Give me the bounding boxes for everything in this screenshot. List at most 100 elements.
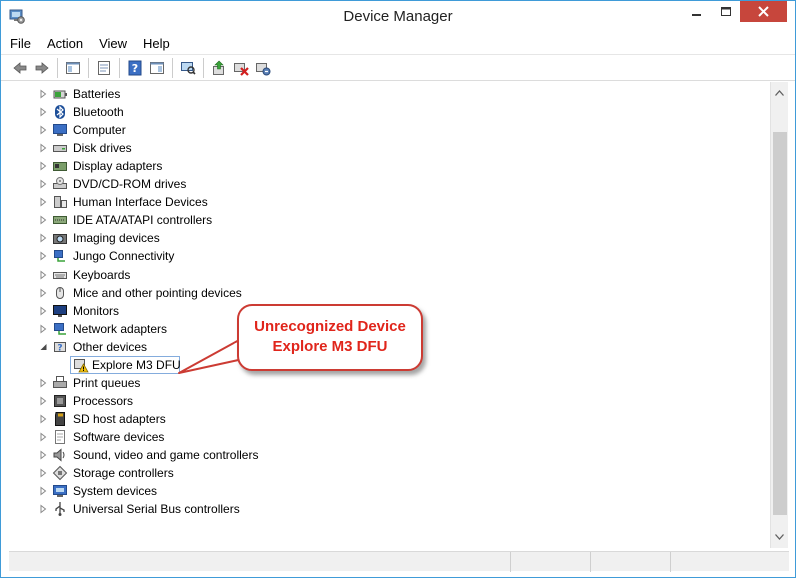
collapsed-arrow-icon[interactable] [39, 432, 48, 442]
collapsed-arrow-icon[interactable] [39, 197, 48, 207]
chevron-up-icon [775, 90, 784, 96]
tree-category-sd-host-adapters[interactable]: SD host adapters [9, 410, 749, 428]
collapsed-arrow-icon[interactable] [39, 486, 48, 496]
sd-card-icon [55, 411, 65, 426]
collapsed-arrow-icon[interactable] [39, 179, 48, 189]
update-driver-button[interactable] [208, 57, 230, 79]
processor-icon [54, 394, 66, 407]
collapsed-arrow-icon[interactable] [39, 414, 48, 424]
scroll-down-button[interactable] [771, 526, 788, 548]
scan-hardware-changes-button[interactable] [177, 57, 199, 79]
collapsed-arrow-icon[interactable] [39, 161, 48, 171]
network-icon [54, 250, 65, 263]
tree-category-dvd-cd-rom-drives[interactable]: DVD/CD-ROM drives [9, 175, 749, 193]
collapsed-arrow-icon[interactable] [39, 288, 48, 298]
tree-category-bluetooth[interactable]: Bluetooth [9, 103, 749, 121]
help-button[interactable]: ? [124, 57, 146, 79]
help-icon: ? [128, 60, 142, 75]
maximize-icon [720, 6, 731, 16]
callout-line-1: Unrecognized Device [254, 318, 406, 335]
action-pane-button[interactable] [146, 57, 168, 79]
collapsed-arrow-icon[interactable] [39, 143, 48, 153]
device-manager-window: Device Manager File Action View Help ? B… [0, 0, 796, 578]
monitor-icon [53, 304, 67, 317]
show-hide-console-tree-button[interactable] [62, 57, 84, 79]
uninstall-device-icon [234, 62, 249, 76]
back-button[interactable] [9, 57, 31, 79]
scroll-up-button[interactable] [771, 82, 788, 104]
disk-drive-icon [53, 145, 67, 153]
tree-category-processors[interactable]: Processors [9, 392, 749, 410]
display-adapter-icon [53, 162, 67, 172]
menu-view[interactable]: View [99, 36, 127, 51]
collapsed-arrow-icon[interactable] [39, 107, 48, 117]
uninstall-device-button[interactable] [230, 57, 252, 79]
tree-category-disk-drives[interactable]: Disk drives [9, 139, 749, 157]
forward-arrow-icon [35, 61, 49, 74]
scrollbar-thumb[interactable] [773, 132, 787, 515]
tree-category-system-devices[interactable]: System devices [9, 482, 749, 500]
tree-category-keyboards[interactable]: Keyboards [9, 266, 749, 284]
hid-icon [54, 196, 67, 209]
expanded-arrow-icon[interactable] [39, 342, 48, 352]
tree-item-label: Explore M3 DFU [92, 357, 181, 372]
menu-help[interactable]: Help [143, 36, 170, 51]
tree-category-mice-and-other-pointing-devices[interactable]: Mice and other pointing devices [9, 284, 749, 302]
tree-item-label: IDE ATA/ATAPI controllers [73, 213, 213, 228]
minimize-button[interactable] [682, 1, 711, 22]
collapsed-arrow-icon[interactable] [39, 468, 48, 478]
minimize-icon [691, 13, 701, 16]
properties-button[interactable] [93, 57, 115, 79]
enable-device-button[interactable] [252, 57, 274, 79]
collapsed-arrow-icon[interactable] [39, 450, 48, 460]
forward-button[interactable] [31, 57, 53, 79]
tree-category-software-devices[interactable]: Software devices [9, 428, 749, 446]
tree-category-jungo-connectivity[interactable]: Jungo Connectivity [9, 247, 749, 265]
mouse-icon [56, 286, 64, 299]
collapsed-arrow-icon[interactable] [39, 378, 48, 388]
battery-icon [53, 90, 67, 99]
collapsed-arrow-icon[interactable] [39, 251, 48, 261]
tree-item-label: Bluetooth [73, 105, 124, 120]
keyboard-icon [53, 271, 67, 279]
vertical-scrollbar[interactable] [770, 82, 788, 548]
tree-category-display-adapters[interactable]: Display adapters [9, 157, 749, 175]
ide-controller-icon [53, 216, 67, 225]
tree-item-label: Universal Serial Bus controllers [73, 502, 240, 517]
collapsed-arrow-icon[interactable] [39, 215, 48, 225]
tree-category-imaging-devices[interactable]: Imaging devices [9, 229, 749, 247]
collapsed-arrow-icon[interactable] [39, 125, 48, 135]
menu-file[interactable]: File [10, 36, 31, 51]
tree-category-human-interface-devices[interactable]: Human Interface Devices [9, 193, 749, 211]
tree-item-label: Computer [73, 123, 126, 138]
tree-category-print-queues[interactable]: Print queues [9, 374, 749, 392]
tree-category-storage-controllers[interactable]: Storage controllers [9, 464, 749, 482]
title-bar[interactable]: Device Manager [1, 1, 795, 32]
status-cell [590, 552, 670, 572]
enable-device-icon [256, 62, 271, 75]
collapsed-arrow-icon[interactable] [39, 269, 48, 280]
svg-text:?: ? [57, 343, 62, 353]
speaker-icon [53, 448, 65, 462]
tree-category-sound-video-and-game-controllers[interactable]: Sound, video and game controllers [9, 446, 749, 464]
tree-item-label: Jungo Connectivity [73, 249, 175, 264]
svg-text:?: ? [132, 62, 138, 75]
menu-action[interactable]: Action [47, 36, 83, 51]
close-button[interactable] [740, 1, 787, 22]
tree-category-universal-serial-bus-controllers[interactable]: Universal Serial Bus controllers [9, 500, 749, 518]
collapsed-arrow-icon[interactable] [39, 324, 48, 334]
collapsed-arrow-icon[interactable] [39, 233, 48, 243]
maximize-button[interactable] [712, 1, 739, 22]
tree-category-computer[interactable]: Computer [9, 121, 749, 139]
tree-item-label: Human Interface Devices [73, 195, 208, 210]
close-icon [758, 6, 769, 17]
software-device-icon [55, 429, 65, 444]
collapsed-arrow-icon[interactable] [39, 306, 48, 316]
collapsed-arrow-icon[interactable] [39, 504, 48, 514]
computer-icon [53, 124, 67, 137]
collapsed-arrow-icon[interactable] [39, 89, 48, 99]
tree-category-batteries[interactable]: Batteries [9, 85, 749, 103]
system-device-icon [53, 485, 67, 498]
collapsed-arrow-icon[interactable] [39, 396, 48, 406]
tree-category-ide-ata-atapi-controllers[interactable]: IDE ATA/ATAPI controllers [9, 211, 749, 229]
